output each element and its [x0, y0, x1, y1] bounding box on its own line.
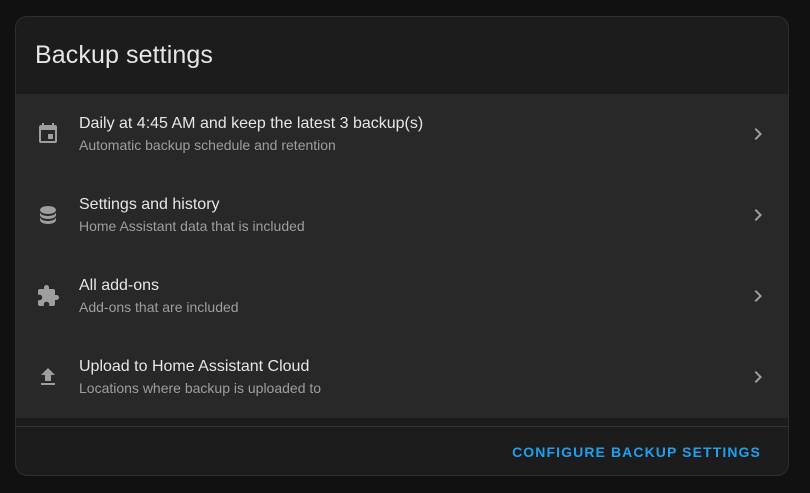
list-item-primary: All add-ons — [79, 277, 160, 294]
list-item-settings-history[interactable]: Settings and history Home Assistant data… — [16, 175, 788, 256]
database-icon — [36, 203, 60, 227]
upload-icon — [36, 365, 60, 389]
calendar-icon — [36, 122, 60, 146]
chevron-right-icon — [746, 203, 770, 227]
list-item-secondary: Automatic backup schedule and retention — [79, 137, 336, 153]
puzzle-icon — [36, 284, 60, 308]
list-item-schedule[interactable]: Daily at 4:45 AM and keep the latest 3 b… — [16, 94, 788, 175]
list-item-primary: Upload to Home Assistant Cloud — [79, 358, 310, 375]
list-item-primary: Settings and history — [79, 196, 220, 213]
backup-settings-card: Backup settings Daily at 4:45 AM and kee… — [15, 16, 789, 476]
settings-list: Daily at 4:45 AM and keep the latest 3 b… — [16, 94, 788, 418]
list-item-upload[interactable]: Upload to Home Assistant Cloud Locations… — [16, 337, 788, 418]
list-item-secondary: Home Assistant data that is included — [79, 218, 305, 234]
chevron-right-icon — [746, 122, 770, 146]
list-item-addons[interactable]: All add-ons Add-ons that are included — [16, 256, 788, 337]
chevron-right-icon — [746, 365, 770, 389]
list-item-secondary: Add-ons that are included — [79, 299, 239, 315]
list-item-secondary: Locations where backup is uploaded to — [79, 380, 322, 396]
card-actions-divider — [16, 426, 788, 427]
configure-backup-settings-button[interactable]: CONFIGURE BACKUP SETTINGS — [512, 444, 761, 460]
list-item-primary: Daily at 4:45 AM and keep the latest 3 b… — [79, 115, 424, 132]
card-title: Backup settings — [35, 41, 213, 69]
chevron-right-icon — [746, 284, 770, 308]
